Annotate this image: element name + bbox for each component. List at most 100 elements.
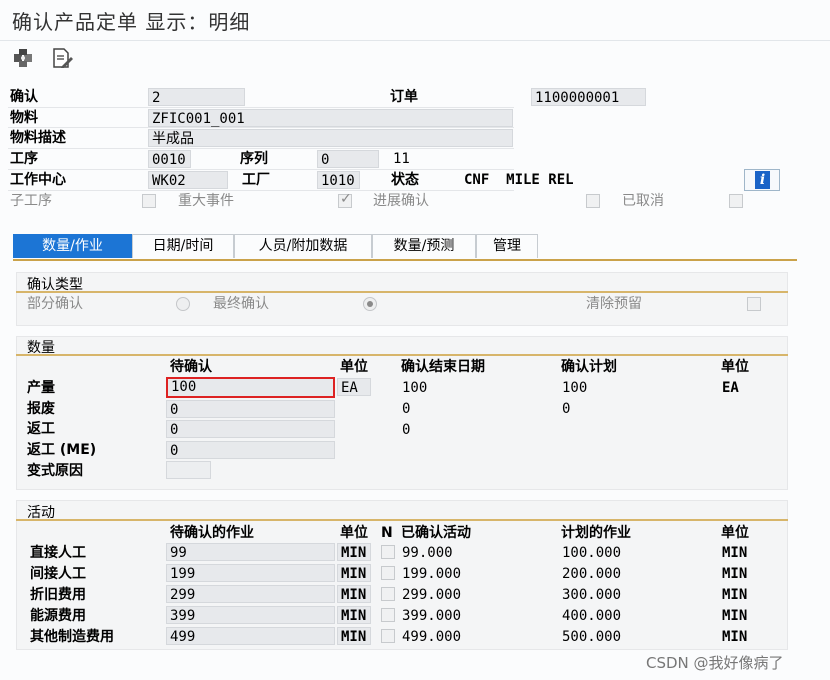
info-button[interactable]: i (744, 169, 780, 191)
activity-confirmed: 299.000 (402, 587, 462, 603)
activity-unit[interactable]: MIN (337, 585, 371, 603)
act-col-unit: 单位 (340, 525, 368, 541)
activity-label: 其他制造费用 (30, 629, 114, 645)
order-field[interactable]: 1100000001 (531, 88, 646, 106)
sequence-label: 序列 (240, 151, 268, 167)
tab-personnel-data[interactable]: 人员/附加数据 (234, 234, 372, 258)
confirmation-field[interactable]: 2 (148, 88, 245, 106)
activity-field[interactable]: 399 (166, 606, 335, 624)
sub-operation-checkbox[interactable] (142, 194, 156, 208)
activity-label: 直接人工 (30, 545, 86, 561)
activity-field[interactable]: 299 (166, 585, 335, 603)
yield-unit[interactable]: EA (337, 378, 371, 396)
activity-field[interactable]: 199 (166, 564, 335, 582)
activity-field[interactable]: 99 (166, 543, 335, 561)
activity-label: 折旧费用 (30, 587, 86, 603)
rework-me-field[interactable]: 0 (166, 441, 335, 459)
activity-unit[interactable]: MIN (337, 564, 371, 582)
col-to-confirm: 待确认 (170, 359, 212, 375)
status-label: 状态 (391, 172, 419, 188)
clear-reservation-checkbox[interactable] (747, 297, 761, 311)
variance-reason-field[interactable] (166, 461, 211, 479)
activity-n-checkbox[interactable] (381, 566, 395, 580)
info-icon: i (755, 171, 770, 189)
plant-label: 工厂 (242, 172, 270, 188)
activity-unit2: MIN (722, 629, 748, 645)
major-event-checkbox[interactable] (338, 191, 352, 208)
col-unit: 单位 (340, 359, 368, 375)
act-col-confirmed: 已确认活动 (401, 525, 471, 541)
tab-quantity-forecast[interactable]: 数量/预测 (372, 234, 476, 258)
material-label: 物料 (10, 110, 38, 126)
confirm-type-panel (16, 272, 788, 326)
activity-label: 能源费用 (30, 608, 86, 624)
activity-n-checkbox[interactable] (381, 608, 395, 622)
activity-unit[interactable]: MIN (337, 543, 371, 561)
operation-field[interactable]: 0010 (148, 150, 191, 168)
activity-confirmed: 399.000 (402, 608, 462, 624)
activity-n-checkbox[interactable] (381, 587, 395, 601)
activity-n-checkbox[interactable] (381, 629, 395, 643)
clear-reservation-label: 清除预留 (586, 296, 642, 312)
activity-planned: 200.000 (562, 566, 622, 582)
row-divider (8, 190, 514, 191)
final-confirm-radio[interactable] (363, 297, 377, 311)
scrap-field[interactable]: 0 (166, 400, 335, 418)
activity-n-checkbox[interactable] (381, 545, 395, 559)
plant-field[interactable]: 1010 (317, 171, 360, 189)
yield-confirmed: 100 (402, 380, 428, 396)
scrap-confirmed: 0 (402, 401, 411, 417)
final-confirm-label: 最终确认 (213, 296, 269, 312)
activity-label: 间接人工 (30, 566, 86, 582)
sub-operation-label: 子工序 (10, 193, 52, 209)
panel-divider (16, 354, 788, 356)
partial-confirm-radio[interactable] (176, 297, 190, 311)
activity-unit2: MIN (722, 608, 748, 624)
activity-unit2: MIN (722, 587, 748, 603)
workcenter-field[interactable]: WK02 (148, 171, 228, 189)
tab-admin[interactable]: 管理 (476, 234, 538, 258)
col-plan: 确认计划 (561, 359, 617, 375)
panel-divider (16, 291, 788, 293)
activity-planned: 400.000 (562, 608, 622, 624)
watermark: CSDN @我好像病了 (646, 654, 784, 672)
activity-confirmed: 99.000 (402, 545, 453, 561)
partial-confirm-label: 部分确认 (27, 296, 83, 312)
scrap-label: 报废 (27, 401, 55, 417)
col-end-date: 确认结束日期 (401, 359, 485, 375)
act-col-planned: 计划的作业 (561, 525, 631, 541)
window-title: 确认产品定单 显示：明细 (12, 10, 251, 34)
operation-label: 工序 (10, 151, 38, 167)
progress-confirm-checkbox[interactable] (586, 194, 600, 208)
sequence-extra: 11 (393, 151, 410, 167)
yield-field[interactable]: 100 (166, 377, 335, 398)
tab-date-time[interactable]: 日期/时间 (132, 234, 234, 258)
rework-label: 返工 (27, 421, 55, 437)
activity-unit[interactable]: MIN (337, 606, 371, 624)
activity-unit2: MIN (722, 566, 748, 582)
material-field[interactable]: ZFIC001_001 (148, 109, 513, 127)
activity-confirmed: 199.000 (402, 566, 462, 582)
sequence-field[interactable]: 0 (317, 150, 379, 168)
material-desc-field[interactable]: 半成品 (148, 129, 513, 147)
document-edit-icon[interactable] (50, 46, 74, 70)
rework-field[interactable]: 0 (166, 420, 335, 438)
cancelled-label: 已取消 (622, 193, 664, 209)
title-divider (0, 40, 830, 41)
puzzle-tool-icon[interactable] (12, 46, 36, 70)
act-col-to-confirm: 待确认的作业 (170, 525, 254, 541)
activity-unit2: MIN (722, 545, 748, 561)
rework-me-label: 返工 (ME) (27, 442, 97, 458)
cancelled-checkbox[interactable] (729, 194, 743, 208)
tab-quantity-activity[interactable]: 数量/作业 (13, 234, 132, 258)
row-divider (8, 169, 514, 170)
row-divider (8, 107, 514, 108)
activity-field[interactable]: 499 (166, 627, 335, 645)
activity-unit[interactable]: MIN (337, 627, 371, 645)
act-col-n: N (381, 525, 393, 541)
tab-underline (13, 259, 797, 261)
yield-unit2: EA (722, 380, 739, 396)
activity-planned: 100.000 (562, 545, 622, 561)
material-desc-label: 物料描述 (10, 130, 66, 146)
yield-plan: 100 (562, 380, 588, 396)
